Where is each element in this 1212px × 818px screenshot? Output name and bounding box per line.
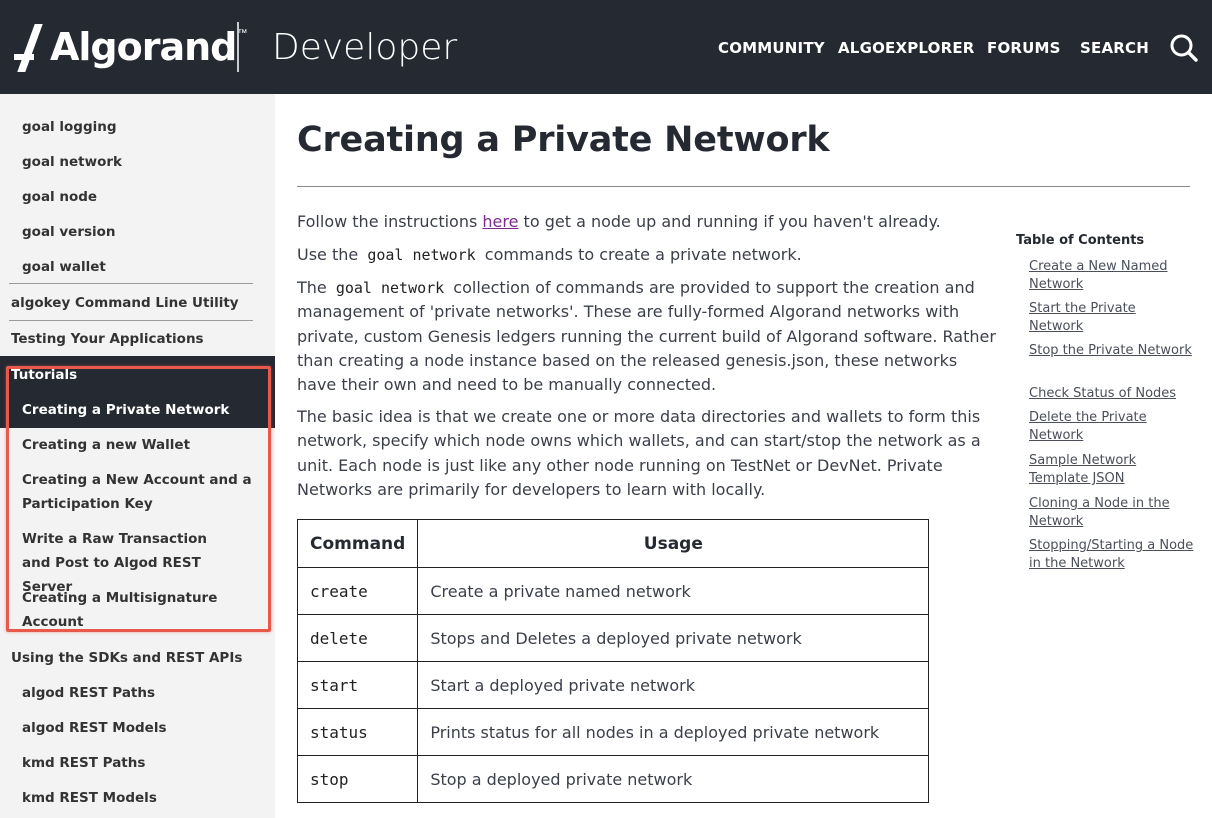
toc-link-check-status[interactable]: Check Status of Nodes (1029, 385, 1194, 403)
table-header-command: Command (296, 519, 419, 568)
tutorials-highlight-box (6, 366, 271, 632)
toc-link-stop-network[interactable]: Stop the Private Network (1029, 342, 1194, 360)
header-title[interactable]: Developer (272, 26, 457, 70)
usage-cell: Prints status for all nodes in a deploye… (417, 708, 930, 756)
usage-paragraph: Use the goal network commands to create … (297, 243, 997, 267)
title-divider (297, 186, 1190, 187)
p1-text-end: to get a node up and running if you have… (518, 212, 941, 231)
inline-code: goal network (335, 279, 445, 297)
description-paragraph: The goal network collection of commands … (297, 276, 997, 397)
toc-heading: Table of Contents (1016, 233, 1145, 248)
p1-text: Follow the instructions (297, 212, 483, 231)
sidebar-item-algod-rest-models[interactable]: algod REST Models (22, 716, 166, 740)
usage-cell: Stop a deployed private network (417, 755, 930, 803)
sidebar-section-sdks[interactable]: Using the SDKs and REST APIs (11, 646, 242, 670)
sidebar-section-algokey[interactable]: algokey Command Line Utility (11, 291, 239, 315)
sidebar-item-goal-logging[interactable]: goal logging (22, 115, 117, 139)
sidebar-item-goal-wallet[interactable]: goal wallet (22, 255, 106, 279)
here-link[interactable]: here (482, 212, 518, 231)
search-icon[interactable] (1169, 33, 1199, 63)
sidebar-divider (9, 320, 253, 321)
sidebar-section-testing[interactable]: Testing Your Applications (11, 327, 204, 351)
sidebar-item-goal-version[interactable]: goal version (22, 220, 116, 244)
page-title: Creating a Private Network (297, 120, 830, 160)
header-divider (237, 22, 239, 72)
toc-link-cloning-node[interactable]: Cloning a Node in the Network (1029, 495, 1194, 531)
toc-link-stopping-starting-node[interactable]: Stopping/Starting a Node in the Network (1029, 537, 1194, 573)
algorand-logo[interactable]: Algorand ™ (12, 20, 247, 74)
command-cell: stop (296, 755, 419, 803)
nav-forums[interactable]: FORUMS (987, 38, 1061, 58)
p3-text: The (297, 278, 332, 297)
command-cell: start (296, 661, 419, 709)
inline-code: goal network (367, 246, 476, 264)
usage-cell: Start a deployed private network (417, 661, 930, 709)
intro-paragraph: Follow the instructions here to get a no… (297, 210, 997, 234)
sidebar-item-kmd-rest-models[interactable]: kmd REST Models (22, 786, 157, 810)
table-header-usage: Usage (417, 519, 930, 568)
sidebar-item-goal-network[interactable]: goal network (22, 150, 122, 174)
top-header: Algorand ™ Developer COMMUNITY ALGOEXPLOR… (0, 0, 1212, 94)
table-row: create Create a private named network (296, 567, 930, 615)
algorand-mark-icon (12, 24, 48, 72)
table-row: start Start a deployed private network (296, 661, 930, 709)
command-cell: create (296, 567, 419, 615)
basic-idea-paragraph: The basic idea is that we create one or … (297, 407, 981, 499)
sidebar-divider (9, 283, 253, 284)
usage-cell: Create a private named network (417, 567, 930, 615)
sidebar-item-algod-rest-paths[interactable]: algod REST Paths (22, 681, 155, 705)
nav-algoexplorer[interactable]: ALGOEXPLORER (838, 38, 975, 58)
toc-link-delete-network[interactable]: Delete the Private Network (1029, 409, 1194, 445)
toc-link-start-network[interactable]: Start the Private Network (1029, 300, 1194, 336)
command-cell: status (296, 708, 419, 756)
sidebar-item-goal-node[interactable]: goal node (22, 185, 97, 209)
nav-search[interactable]: SEARCH (1080, 38, 1149, 58)
command-cell: delete (296, 614, 419, 662)
table-row: stop Stop a deployed private network (296, 755, 930, 803)
p2-text: Use the (297, 245, 364, 264)
commands-table: Command Usage create Create a private na… (296, 519, 930, 803)
table-row: delete Stops and Deletes a deployed priv… (296, 614, 930, 662)
table-header-row: Command Usage (296, 519, 930, 568)
usage-cell: Stops and Deletes a deployed private net… (417, 614, 930, 662)
logo-text: Algorand (50, 25, 237, 69)
p2-text-end: commands to create a private network. (479, 245, 802, 264)
toc-link-create-network[interactable]: Create a New Named Network (1029, 258, 1194, 294)
table-row: status Prints status for all nodes in a … (296, 708, 930, 756)
nav-community[interactable]: COMMUNITY (718, 38, 825, 58)
sidebar-item-kmd-rest-paths[interactable]: kmd REST Paths (22, 751, 145, 775)
toc-link-sample-template[interactable]: Sample Network Template JSON (1029, 452, 1194, 488)
